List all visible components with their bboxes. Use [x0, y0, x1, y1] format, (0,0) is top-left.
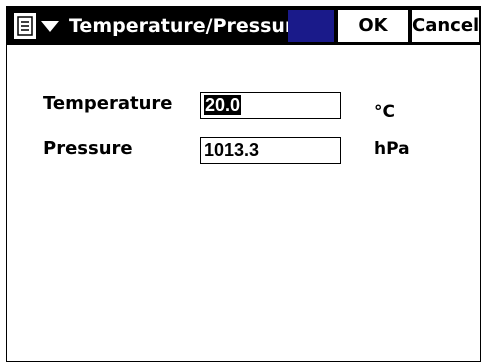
chevron-down-icon — [41, 20, 59, 32]
temperature-value: 20.0 — [204, 95, 242, 115]
pressure-unit: hPa — [374, 139, 410, 159]
temperature-input[interactable]: 20.0 — [200, 92, 341, 119]
cancel-button[interactable]: Cancel — [411, 9, 480, 43]
menu-button[interactable] — [9, 9, 67, 43]
temperature-unit: °C — [374, 102, 395, 122]
pressure-input[interactable]: 1013.3 — [200, 137, 341, 164]
pressure-label: Pressure — [43, 138, 133, 159]
menu-icon — [13, 12, 37, 40]
window-title: Temperature/Pressure — [69, 15, 308, 37]
dialog-window: Temperature/Pressure OK Cancel Temperatu… — [6, 6, 481, 362]
title-bar-accent — [288, 10, 334, 42]
title-bar: Temperature/Pressure OK Cancel — [7, 7, 480, 45]
temperature-label: Temperature — [43, 93, 173, 114]
pressure-value: 1013.3 — [204, 140, 260, 160]
ok-button[interactable]: OK — [337, 9, 409, 43]
